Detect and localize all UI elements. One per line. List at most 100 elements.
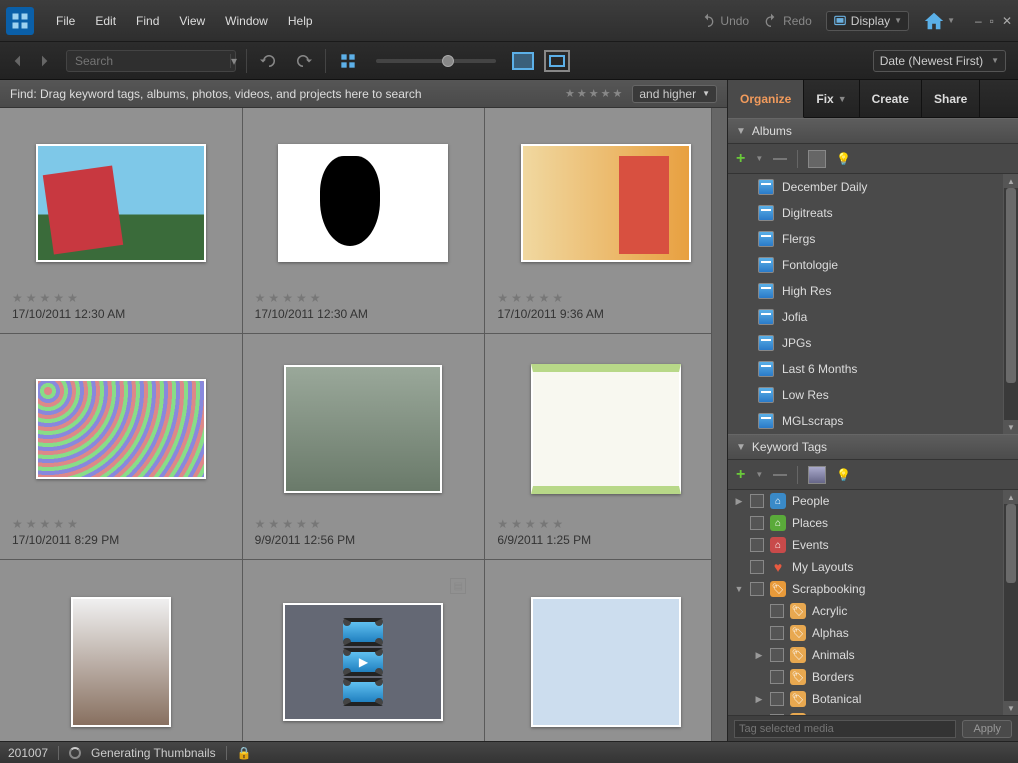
rating-stars[interactable]: ★★★★★ bbox=[12, 291, 230, 305]
app-logo[interactable] bbox=[6, 7, 34, 35]
album-item[interactable]: Jofia bbox=[728, 304, 1018, 330]
thumbnail-image[interactable]: ▶ bbox=[283, 603, 443, 721]
tag-checkbox[interactable] bbox=[770, 670, 784, 684]
redo-button[interactable]: Redo bbox=[763, 13, 812, 29]
search-input[interactable] bbox=[75, 54, 230, 68]
album-item[interactable]: Low Res bbox=[728, 382, 1018, 408]
thumbnail-image[interactable] bbox=[71, 597, 171, 727]
tag-item[interactable]: ▶⌂People bbox=[728, 490, 1018, 512]
nav-forward-button[interactable] bbox=[32, 49, 56, 73]
tag-checkbox[interactable] bbox=[750, 538, 764, 552]
tag-checkbox[interactable] bbox=[770, 714, 784, 715]
menu-file[interactable]: File bbox=[46, 10, 85, 32]
hint-icon[interactable]: 💡 bbox=[836, 152, 851, 166]
search-dropdown[interactable]: ▾ bbox=[230, 54, 237, 68]
album-item[interactable]: Flergs bbox=[728, 226, 1018, 252]
add-album-dropdown[interactable]: ▼ bbox=[755, 154, 763, 163]
remove-album-button[interactable] bbox=[773, 158, 787, 160]
find-bar[interactable]: Find: Drag keyword tags, albums, photos,… bbox=[0, 80, 727, 108]
album-item[interactable]: Last 6 Months bbox=[728, 356, 1018, 382]
thumbnail-image[interactable] bbox=[521, 144, 691, 262]
edit-album-button[interactable] bbox=[808, 150, 826, 168]
sort-dropdown[interactable]: Date (Newest First) ▼ bbox=[873, 50, 1006, 72]
thumbnail-image[interactable] bbox=[278, 144, 448, 262]
tab-fix[interactable]: Fix▼ bbox=[804, 80, 859, 117]
minimize-button[interactable]: – bbox=[975, 14, 982, 28]
thumbnail-image[interactable] bbox=[531, 364, 681, 494]
rating-stars[interactable]: ★★★★★ bbox=[497, 517, 715, 531]
tag-checkbox[interactable] bbox=[770, 626, 784, 640]
edit-tag-button[interactable] bbox=[808, 466, 826, 484]
album-item[interactable]: JPGs bbox=[728, 330, 1018, 356]
tag-item[interactable]: ▼🏷Scrapbooking bbox=[728, 578, 1018, 600]
thumbnail-image[interactable] bbox=[36, 144, 206, 262]
add-tag-button[interactable]: + bbox=[736, 466, 745, 484]
thumbnail-cell[interactable]: ★★★★★17/10/2011 9:36 AM bbox=[485, 108, 727, 333]
tag-checkbox[interactable] bbox=[750, 494, 764, 508]
menu-edit[interactable]: Edit bbox=[85, 10, 126, 32]
tag-checkbox[interactable] bbox=[770, 692, 784, 706]
search-box[interactable]: ▾ bbox=[66, 50, 236, 72]
thumbnail-cell[interactable]: ★★★★★ bbox=[0, 560, 242, 741]
tab-create[interactable]: Create bbox=[860, 80, 922, 117]
tag-checkbox[interactable] bbox=[770, 604, 784, 618]
album-item[interactable]: High Res bbox=[728, 278, 1018, 304]
tag-checkbox[interactable] bbox=[750, 516, 764, 530]
chevron-down-icon[interactable]: ▼ bbox=[734, 584, 744, 594]
add-tag-dropdown[interactable]: ▼ bbox=[755, 470, 763, 479]
apply-button[interactable]: Apply bbox=[962, 720, 1012, 738]
tag-item[interactable]: ⌂Places bbox=[728, 512, 1018, 534]
chevron-right-icon[interactable]: ▶ bbox=[754, 650, 764, 661]
album-item[interactable]: MGLscraps bbox=[728, 408, 1018, 434]
tab-share[interactable]: Share bbox=[922, 80, 980, 117]
display-dropdown[interactable]: Display ▼ bbox=[826, 11, 909, 31]
hint-icon[interactable]: 💡 bbox=[836, 468, 851, 482]
tag-item[interactable]: 🏷Acrylic bbox=[728, 600, 1018, 622]
thumbnail-cell[interactable]: ▤▶★★★★★ bbox=[243, 560, 485, 741]
thumbnail-cell[interactable]: ★★★★★ bbox=[485, 560, 727, 741]
tab-organize[interactable]: Organize bbox=[728, 80, 804, 118]
rating-filter-dropdown[interactable]: and higher ▼ bbox=[632, 85, 717, 103]
tag-item[interactable]: 🏷Borders bbox=[728, 666, 1018, 688]
chevron-right-icon[interactable]: ▶ bbox=[754, 694, 764, 705]
menu-view[interactable]: View bbox=[169, 10, 215, 32]
tag-item[interactable]: 🏷Alphas bbox=[728, 622, 1018, 644]
menu-help[interactable]: Help bbox=[278, 10, 323, 32]
tag-checkbox[interactable] bbox=[750, 582, 764, 596]
menu-window[interactable]: Window bbox=[215, 10, 278, 32]
thumbnail-size-slider[interactable] bbox=[376, 59, 496, 63]
add-album-button[interactable]: + bbox=[736, 150, 745, 168]
chevron-right-icon[interactable]: ▶ bbox=[734, 496, 744, 507]
thumbnail-cell[interactable]: ★★★★★9/9/2011 12:56 PM bbox=[243, 334, 485, 559]
rotate-left-button[interactable] bbox=[257, 49, 281, 73]
tag-item[interactable]: ⌂Events bbox=[728, 534, 1018, 556]
maximize-button[interactable]: ▫ bbox=[990, 14, 994, 28]
rating-stars[interactable]: ★★★★★ bbox=[12, 517, 230, 531]
menu-find[interactable]: Find bbox=[126, 10, 169, 32]
tag-input[interactable] bbox=[734, 720, 956, 738]
rotate-right-button[interactable] bbox=[291, 49, 315, 73]
thumbnail-cell[interactable]: ★★★★★17/10/2011 8:29 PM bbox=[0, 334, 242, 559]
single-view-button[interactable] bbox=[512, 52, 534, 70]
grid-view-button[interactable] bbox=[336, 49, 360, 73]
tags-scrollbar[interactable]: ▲ ▼ bbox=[1003, 490, 1018, 715]
album-item[interactable]: Fontologie bbox=[728, 252, 1018, 278]
fullscreen-view-button[interactable] bbox=[544, 50, 570, 72]
thumbnail-image[interactable] bbox=[36, 379, 206, 479]
thumbnail-cell[interactable]: ★★★★★17/10/2011 12:30 AM bbox=[0, 108, 242, 333]
album-item[interactable]: December Daily bbox=[728, 174, 1018, 200]
grid-scrollbar[interactable] bbox=[711, 108, 727, 741]
thumbnail-cell[interactable]: ★★★★★17/10/2011 12:30 AM bbox=[243, 108, 485, 333]
tag-item[interactable]: 🏷Boxes bbox=[728, 710, 1018, 715]
undo-button[interactable]: Undo bbox=[700, 13, 749, 29]
rating-stars[interactable]: ★★★★★ bbox=[255, 517, 473, 531]
rating-stars[interactable]: ★★★★★ bbox=[497, 291, 715, 305]
album-item[interactable]: Digitreats bbox=[728, 200, 1018, 226]
remove-tag-button[interactable] bbox=[773, 474, 787, 476]
tag-checkbox[interactable] bbox=[750, 560, 764, 574]
tag-item[interactable]: ▶🏷Animals bbox=[728, 644, 1018, 666]
nav-back-button[interactable] bbox=[6, 49, 30, 73]
thumbnail-image[interactable] bbox=[284, 365, 442, 493]
thumbnail-cell[interactable]: ★★★★★6/9/2011 1:25 PM bbox=[485, 334, 727, 559]
home-button[interactable]: ▼ bbox=[923, 10, 955, 32]
